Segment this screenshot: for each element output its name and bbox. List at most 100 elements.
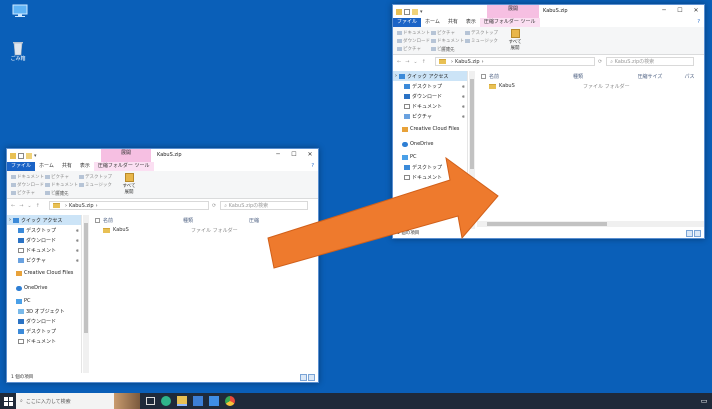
close-button[interactable]: ✕ bbox=[688, 5, 704, 17]
column-name[interactable]: 名前 bbox=[103, 217, 183, 224]
tab-file[interactable]: ファイル bbox=[393, 18, 422, 27]
nav-pc-documents[interactable]: ドキュメント bbox=[7, 336, 81, 346]
context-tab-header: 展開 bbox=[101, 149, 151, 162]
ribbon-item[interactable]: ダウンロード bbox=[397, 38, 431, 44]
tab-view[interactable]: 表示 bbox=[76, 162, 94, 171]
tab-file[interactable]: ファイル bbox=[7, 162, 36, 171]
address-input[interactable]: › KabuS.zip › bbox=[435, 57, 595, 66]
pin-icon: ✱ bbox=[461, 83, 465, 89]
nav-desktop[interactable]: デスクトップ ✱ bbox=[393, 81, 467, 91]
edge-icon[interactable] bbox=[161, 396, 171, 406]
nav-pc-desktop[interactable]: デスクトップ bbox=[7, 326, 81, 336]
recent-icon[interactable]: ⌄ bbox=[27, 203, 31, 209]
nav-onedrive[interactable]: OneDrive bbox=[393, 139, 467, 149]
extract-all-button[interactable]: すべて展開 bbox=[507, 29, 523, 51]
details-view-button[interactable] bbox=[300, 374, 307, 381]
nav-downloads[interactable]: ダウンロード ✱ bbox=[393, 91, 467, 101]
column-type[interactable]: 種類 bbox=[183, 217, 249, 224]
nav-scrollbar[interactable] bbox=[83, 215, 89, 373]
ribbon-item[interactable]: デスクトップ bbox=[465, 30, 499, 36]
select-all-checkbox[interactable] bbox=[95, 217, 100, 223]
breadcrumb-path[interactable]: KabuS.zip bbox=[69, 203, 94, 209]
tab-share[interactable]: 共有 bbox=[58, 162, 76, 171]
select-all-checkbox[interactable] bbox=[481, 73, 486, 79]
notification-icon[interactable]: ▭ bbox=[699, 396, 709, 406]
nav-documents[interactable]: ドキュメント ✱ bbox=[393, 101, 467, 111]
ribbon-item[interactable]: ドキュメント bbox=[431, 38, 465, 44]
scroll-thumb[interactable] bbox=[84, 223, 88, 333]
new-folder-icon[interactable] bbox=[26, 152, 32, 159]
chrome-icon[interactable] bbox=[225, 396, 235, 406]
nav-creative-cloud[interactable]: Creative Cloud Files bbox=[393, 124, 467, 134]
file-explorer-icon[interactable] bbox=[177, 396, 187, 406]
details-view-button[interactable] bbox=[686, 230, 693, 237]
nav-quick-access[interactable]: › クイック アクセス bbox=[7, 215, 81, 225]
back-icon[interactable]: ← bbox=[11, 203, 15, 209]
horizontal-scrollbar[interactable] bbox=[477, 221, 704, 227]
start-button[interactable] bbox=[0, 393, 16, 409]
refresh-icon[interactable]: ⟳ bbox=[212, 203, 216, 209]
taskbar-search[interactable]: ⌕ ここに入力して検索 bbox=[16, 393, 140, 409]
properties-icon[interactable] bbox=[404, 8, 410, 15]
tab-compressed-tools[interactable]: 圧縮フォルダー ツール bbox=[93, 162, 154, 171]
forward-icon[interactable]: → bbox=[405, 59, 409, 65]
nav-downloads[interactable]: ダウンロード ✱ bbox=[7, 235, 81, 245]
ribbon-item[interactable]: ピクチャ bbox=[397, 46, 431, 52]
address-input[interactable]: › KabuS.zip › bbox=[49, 201, 209, 210]
ribbon-item[interactable]: ミュージック bbox=[465, 38, 499, 44]
dropdown-icon[interactable]: ▾ bbox=[420, 9, 426, 15]
column-path[interactable]: パス bbox=[684, 73, 704, 80]
refresh-icon[interactable]: ⟳ bbox=[598, 59, 602, 65]
help-icon[interactable]: ? bbox=[693, 18, 704, 27]
task-view-icon[interactable] bbox=[146, 397, 155, 405]
back-icon[interactable]: ← bbox=[397, 59, 401, 65]
nav-3d-objects[interactable]: 3D オブジェクト bbox=[7, 306, 81, 316]
nav-pc[interactable]: PC bbox=[7, 296, 81, 306]
extract-all-button[interactable]: すべて展開 bbox=[121, 173, 137, 195]
ribbon-item[interactable]: デスクトップ bbox=[79, 174, 113, 180]
new-folder-icon[interactable] bbox=[412, 8, 418, 15]
nav-pictures[interactable]: ピクチャ ✱ bbox=[393, 111, 467, 121]
nav-quick-access[interactable]: › クイック アクセス bbox=[393, 71, 467, 81]
desktop-icon-pc[interactable] bbox=[2, 4, 38, 19]
ribbon-item[interactable]: ダウンロード bbox=[11, 182, 45, 188]
tab-share[interactable]: 共有 bbox=[444, 18, 462, 27]
nav-creative-cloud[interactable]: Creative Cloud Files bbox=[7, 268, 81, 278]
nav-onedrive[interactable]: OneDrive bbox=[7, 283, 81, 293]
ribbon-item[interactable]: ピクチャ bbox=[45, 174, 79, 180]
tab-home[interactable]: ホーム bbox=[421, 18, 444, 27]
column-compressed-size[interactable]: 圧縮サイズ bbox=[638, 73, 685, 80]
properties-icon[interactable] bbox=[18, 152, 24, 159]
ribbon-item[interactable]: ドキュメント bbox=[45, 182, 79, 188]
forward-icon[interactable]: → bbox=[19, 203, 23, 209]
tab-compressed-tools[interactable]: 圧縮フォルダー ツール bbox=[479, 18, 540, 27]
ribbon-item[interactable]: ピクチャ bbox=[431, 30, 465, 36]
ribbon-item[interactable]: ピクチャ bbox=[11, 190, 45, 196]
store-icon[interactable] bbox=[193, 396, 203, 406]
mail-icon[interactable] bbox=[209, 396, 219, 406]
list-item[interactable]: KabuS ファイル フォルダー bbox=[477, 81, 704, 91]
large-icons-view-button[interactable] bbox=[694, 230, 701, 237]
nav-pc-downloads[interactable]: ダウンロード bbox=[7, 316, 81, 326]
large-icons-view-button[interactable] bbox=[308, 374, 315, 381]
maximize-button[interactable]: ☐ bbox=[672, 5, 688, 17]
up-icon[interactable]: ↑ bbox=[36, 203, 40, 209]
recent-icon[interactable]: ⌄ bbox=[413, 59, 417, 65]
breadcrumb-path[interactable]: KabuS.zip bbox=[455, 59, 480, 65]
tab-home[interactable]: ホーム bbox=[35, 162, 58, 171]
search-input[interactable]: ⌕ KabuS.zipの検索 bbox=[606, 57, 695, 66]
up-icon[interactable]: ↑ bbox=[422, 59, 426, 65]
minimize-button[interactable]: ─ bbox=[656, 5, 672, 17]
nav-desktop[interactable]: デスクトップ ✱ bbox=[7, 225, 81, 235]
column-type[interactable]: 種類 bbox=[573, 73, 638, 80]
ribbon-item[interactable]: ミュージック bbox=[79, 182, 113, 188]
column-name[interactable]: 名前 bbox=[489, 73, 573, 80]
dropdown-icon[interactable]: ▾ bbox=[34, 153, 40, 159]
ribbon-item[interactable]: ドキュメント bbox=[11, 174, 45, 180]
desktop-icon bbox=[18, 328, 24, 334]
ribbon-item[interactable]: ドキュメント bbox=[397, 30, 431, 36]
tab-view[interactable]: 表示 bbox=[462, 18, 480, 27]
desktop-icon-recycle-bin[interactable]: ごみ箱 bbox=[0, 40, 36, 62]
nav-pictures[interactable]: ピクチャ ✱ bbox=[7, 255, 81, 265]
nav-documents[interactable]: ドキュメント ✱ bbox=[7, 245, 81, 255]
